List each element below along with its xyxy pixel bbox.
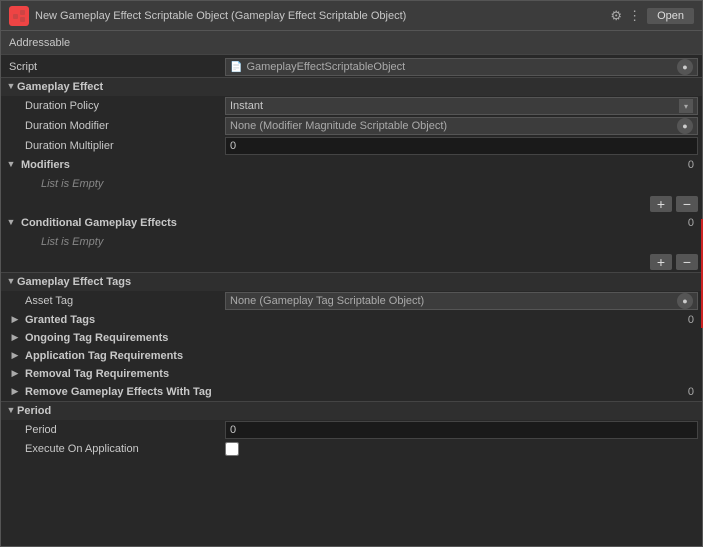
modifiers-triangle[interactable]: ▼: [5, 159, 17, 171]
application-tag-requirements-label: Application Tag Requirements: [25, 350, 183, 362]
remove-gameplay-effects-header[interactable]: ▶ Remove Gameplay Effects With Tag 0: [1, 383, 702, 401]
conditional-effects-add-button[interactable]: +: [650, 254, 672, 270]
period-value-container: [225, 421, 698, 439]
period-value-label: Period: [5, 424, 225, 436]
remove-effects-triangle[interactable]: ▶: [9, 386, 21, 398]
duration-multiplier-input[interactable]: [225, 137, 698, 155]
modifiers-label: Modifiers: [21, 159, 70, 171]
duration-policy-label: Duration Policy: [5, 100, 225, 112]
addressable-label: Addressable: [9, 37, 70, 49]
inspector-window: New Gameplay Effect Scriptable Object (G…: [0, 0, 703, 547]
duration-modifier-label: Duration Modifier: [5, 120, 225, 132]
modifiers-remove-button[interactable]: −: [676, 196, 698, 212]
granted-tags-count: 0: [688, 314, 694, 326]
modifiers-add-button[interactable]: +: [650, 196, 672, 212]
remove-gameplay-effects-label: Remove Gameplay Effects With Tag: [25, 386, 212, 398]
removal-tags-triangle[interactable]: ▶: [9, 368, 21, 380]
script-value-container: 📄 GameplayEffectScriptableObject ●: [225, 58, 698, 76]
asset-tag-field[interactable]: None (Gameplay Tag Scriptable Object) ●: [225, 292, 698, 310]
modifiers-empty: List is Empty: [1, 174, 702, 194]
gameplay-effect-tags-header[interactable]: ▼ Gameplay Effect Tags: [1, 273, 702, 291]
gameplay-effect-tags-label: Gameplay Effect Tags: [17, 276, 698, 288]
script-label: Script: [5, 61, 225, 73]
duration-modifier-pick-btn[interactable]: ●: [677, 118, 693, 134]
gameplay-effect-section-header[interactable]: ▼ Gameplay Effect: [1, 78, 702, 96]
duration-multiplier-value: [225, 137, 698, 155]
conditional-effects-empty: List is Empty: [1, 232, 702, 252]
script-file-icon: 📄: [230, 62, 242, 73]
granted-tags-header[interactable]: ▶ Granted Tags 0: [1, 311, 702, 329]
gameplay-effect-triangle[interactable]: ▼: [5, 81, 17, 93]
conditional-effects-list-buttons: + −: [1, 252, 702, 272]
gameplay-effect-label: Gameplay Effect: [17, 81, 698, 93]
window-title: New Gameplay Effect Scriptable Object (G…: [35, 10, 604, 22]
asset-tag-label: Asset Tag: [5, 295, 225, 307]
execute-on-application-row: Execute On Application: [1, 440, 702, 458]
more-icon[interactable]: ⋮: [628, 9, 641, 22]
period-label: Period: [17, 405, 698, 417]
execute-on-application-label: Execute On Application: [5, 443, 225, 455]
remove-effects-count: 0: [688, 386, 694, 398]
duration-modifier-field[interactable]: None (Modifier Magnitude Scriptable Obje…: [225, 117, 698, 135]
script-object-field[interactable]: 📄 GameplayEffectScriptableObject ●: [225, 58, 698, 76]
open-button[interactable]: Open: [647, 8, 694, 24]
gameplay-effect-tags-triangle[interactable]: ▼: [5, 276, 17, 288]
duration-multiplier-label: Duration Multiplier: [5, 140, 225, 152]
execute-on-application-value: [225, 442, 698, 456]
duration-multiplier-row: Duration Multiplier: [1, 136, 702, 156]
ongoing-tag-requirements-header[interactable]: ▶ Ongoing Tag Requirements: [1, 329, 702, 347]
script-row: Script 📄 GameplayEffectScriptableObject …: [1, 57, 702, 77]
titlebar: New Gameplay Effect Scriptable Object (G…: [1, 1, 702, 31]
period-value-input[interactable]: [225, 421, 698, 439]
script-pick-button[interactable]: ●: [677, 59, 693, 75]
ongoing-tag-requirements-label: Ongoing Tag Requirements: [25, 332, 168, 344]
asset-tag-pick-btn[interactable]: ●: [677, 293, 693, 309]
asset-tag-value: None (Gameplay Tag Scriptable Object) ●: [225, 292, 698, 310]
unity-logo-icon: [9, 6, 29, 26]
execute-on-application-checkbox[interactable]: [225, 442, 239, 456]
toolbar: Addressable: [1, 31, 702, 55]
duration-policy-value: Instant ▾: [225, 97, 698, 115]
inspector-content: Script 📄 GameplayEffectScriptableObject …: [1, 55, 702, 546]
duration-modifier-row: Duration Modifier None (Modifier Magnitu…: [1, 116, 702, 136]
duration-policy-dropdown[interactable]: Instant ▾: [225, 97, 698, 115]
duration-policy-row: Duration Policy Instant ▾: [1, 96, 702, 116]
period-triangle[interactable]: ▼: [5, 405, 17, 417]
period-row: Period: [1, 420, 702, 440]
duration-policy-dropdown-arrow: ▾: [679, 99, 693, 113]
modifiers-count: 0: [688, 159, 694, 171]
modifiers-list-buttons: + −: [1, 194, 702, 214]
application-tags-triangle[interactable]: ▶: [9, 350, 21, 362]
duration-modifier-text: None (Modifier Magnitude Scriptable Obje…: [230, 120, 447, 132]
modifiers-header[interactable]: ▼ Modifiers 0: [1, 156, 702, 174]
removal-tag-requirements-label: Removal Tag Requirements: [25, 368, 169, 380]
asset-tag-text: None (Gameplay Tag Scriptable Object): [230, 295, 424, 307]
conditional-effects-label: Conditional Gameplay Effects: [21, 217, 177, 229]
titlebar-actions: ⚙ ⋮: [610, 9, 641, 22]
conditional-effects-triangle[interactable]: ▼: [5, 217, 17, 229]
application-tag-requirements-header[interactable]: ▶ Application Tag Requirements: [1, 347, 702, 365]
asset-tag-row: Asset Tag None (Gameplay Tag Scriptable …: [1, 291, 702, 311]
conditional-effects-remove-button[interactable]: −: [676, 254, 698, 270]
script-value: GameplayEffectScriptableObject: [246, 61, 405, 73]
removal-tag-requirements-header[interactable]: ▶ Removal Tag Requirements: [1, 365, 702, 383]
granted-tags-label: Granted Tags: [25, 314, 95, 326]
duration-modifier-value: None (Modifier Magnitude Scriptable Obje…: [225, 117, 698, 135]
granted-tags-triangle[interactable]: ▶: [9, 314, 21, 326]
duration-policy-dropdown-text: Instant: [230, 100, 679, 112]
ongoing-tags-triangle[interactable]: ▶: [9, 332, 21, 344]
conditional-effects-header[interactable]: ▼ Conditional Gameplay Effects 0: [1, 214, 702, 232]
period-section-header[interactable]: ▼ Period: [1, 402, 702, 420]
conditional-effects-count: 0: [688, 217, 694, 229]
settings-icon[interactable]: ⚙: [610, 9, 622, 22]
